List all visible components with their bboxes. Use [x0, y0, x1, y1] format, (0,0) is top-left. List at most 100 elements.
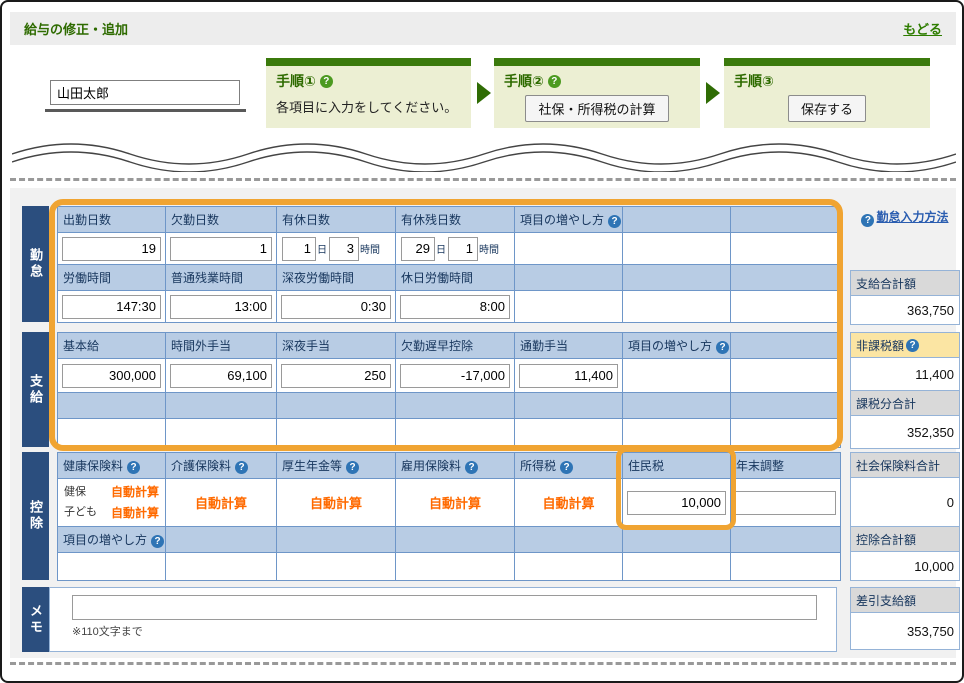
- empty-header-cell: [277, 527, 396, 553]
- empty-cell: [731, 419, 841, 448]
- back-link[interactable]: もどる: [903, 19, 942, 38]
- paid-leave-remaining-hours-input[interactable]: [448, 237, 478, 261]
- step1-title-row: 手順① ?: [276, 71, 461, 91]
- help-icon[interactable]: ?: [716, 341, 729, 354]
- column-header-year-end-adjustment: 年末調整: [731, 453, 841, 479]
- save-button[interactable]: 保存する: [788, 95, 866, 122]
- nontaxable-box: 非課税額? 11,400 課税分合計 352,350: [850, 332, 960, 449]
- income-tax-cell: 自動計算: [515, 479, 623, 527]
- payment-total-box: 支給合計額 363,750: [850, 270, 960, 325]
- empty-cell: [515, 291, 623, 323]
- empty-header-cell: [277, 393, 396, 419]
- help-icon: ?: [861, 214, 874, 227]
- nontaxable-value: 11,400: [851, 358, 959, 390]
- paid-leave-cell: 日時間: [277, 233, 396, 265]
- empty-header-cell: [731, 207, 841, 233]
- step2-title-row: 手順② ?: [504, 71, 690, 91]
- work-days-input[interactable]: [62, 237, 161, 261]
- step-arrow-icon: [477, 82, 491, 104]
- help-icon[interactable]: ?: [548, 75, 561, 88]
- paid-leave-remaining-days-input[interactable]: [401, 237, 435, 261]
- step1-description: 各項目に入力をしてください。: [276, 97, 461, 116]
- holiday-hours-input[interactable]: [400, 295, 510, 319]
- empty-cell: [58, 419, 166, 448]
- empty-cell: [515, 553, 623, 581]
- social-insurance-total-value: 0: [851, 478, 959, 526]
- dashed-divider-bottom: [10, 662, 956, 665]
- auto-calc-value: 自動計算: [310, 496, 362, 511]
- net-payment-value: 353,750: [851, 613, 959, 649]
- overtime-hours-input[interactable]: [170, 295, 272, 319]
- column-header-income-tax: 所得税?: [515, 453, 623, 479]
- empty-cell: [515, 233, 623, 265]
- empty-header-cell: [515, 527, 623, 553]
- column-header-work-days: 出勤日数: [58, 207, 166, 233]
- memo-input[interactable]: [72, 595, 817, 620]
- year-end-adjustment-cell: [731, 479, 841, 527]
- child-sub-label: 子ども: [64, 503, 97, 522]
- empty-header-cell: [396, 393, 515, 419]
- help-icon[interactable]: ?: [906, 339, 919, 352]
- unit-hour-label: 時間: [479, 245, 499, 256]
- help-icon[interactable]: ?: [346, 461, 359, 474]
- column-header-care-insurance: 介護保険料?: [166, 453, 277, 479]
- column-header-overtime-pay: 時間外手当: [166, 333, 277, 359]
- resident-tax-input[interactable]: [627, 491, 726, 515]
- calc-insurance-tax-button[interactable]: 社保・所得税の計算: [525, 95, 668, 122]
- base-salary-cell: [58, 359, 166, 393]
- help-icon[interactable]: ?: [235, 461, 248, 474]
- memo-section-label: メモ: [22, 587, 49, 652]
- help-icon[interactable]: ?: [320, 75, 333, 88]
- deduction-table: 健康保険料? 介護保険料? 厚生年金等? 雇用保険料? 所得税? 住民税 年末調…: [57, 452, 841, 581]
- help-icon[interactable]: ?: [465, 461, 478, 474]
- help-icon[interactable]: ?: [560, 461, 573, 474]
- attendance-table: 出勤日数 欠勤日数 有休日数 有休残日数 項目の増やし方? 日時間 日時間 労働…: [57, 206, 841, 323]
- midnight-pay-input[interactable]: [281, 364, 391, 388]
- midnight-hours-input[interactable]: [281, 295, 391, 319]
- column-header-overtime-hours: 普通残業時間: [166, 265, 277, 291]
- health-sub-label: 健保: [64, 483, 86, 502]
- absence-days-input[interactable]: [170, 237, 272, 261]
- help-icon[interactable]: ?: [127, 461, 140, 474]
- work-hours-input[interactable]: [62, 295, 161, 319]
- column-header-add-item: 項目の増やし方?: [58, 527, 166, 553]
- column-header-commute-allowance: 通勤手当: [515, 333, 623, 359]
- social-insurance-total-label: 社会保険料合計: [851, 453, 959, 478]
- absence-deduction-input[interactable]: [400, 364, 510, 388]
- midnight-hours-cell: [277, 291, 396, 323]
- payment-total-label: 支給合計額: [851, 271, 959, 296]
- auto-calc-value: 自動計算: [542, 496, 594, 511]
- column-header-add-item: 項目の増やし方?: [515, 207, 623, 233]
- column-header-base-salary: 基本給: [58, 333, 166, 359]
- wavy-divider: [12, 136, 956, 172]
- overtime-pay-input[interactable]: [170, 364, 272, 388]
- empty-header-cell: [731, 527, 841, 553]
- empty-cell: [731, 359, 841, 393]
- midnight-pay-cell: [277, 359, 396, 393]
- help-icon[interactable]: ?: [151, 535, 164, 548]
- overtime-pay-cell: [166, 359, 277, 393]
- employee-name-input[interactable]: [50, 80, 240, 105]
- attendance-section-label: 勤怠: [22, 206, 49, 322]
- empty-cell: [623, 553, 731, 581]
- empty-cell: [515, 419, 623, 448]
- paid-leave-days-input[interactable]: [282, 237, 316, 261]
- help-icon[interactable]: ?: [608, 215, 621, 228]
- empty-header-cell: [623, 265, 731, 291]
- work-days-cell: [58, 233, 166, 265]
- empty-cell: [166, 553, 277, 581]
- paid-leave-hours-input[interactable]: [329, 237, 359, 261]
- attendance-input-help-link[interactable]: ?勤怠入力方法: [861, 210, 948, 224]
- commute-allowance-input[interactable]: [519, 364, 618, 388]
- net-payment-label: 差引支給額: [851, 588, 959, 613]
- base-salary-input[interactable]: [62, 364, 161, 388]
- year-end-adjustment-input[interactable]: [735, 491, 836, 515]
- column-header-absence-days: 欠勤日数: [166, 207, 277, 233]
- column-header-absence-deduction: 欠勤遅早控除: [396, 333, 515, 359]
- empty-cell: [623, 291, 731, 323]
- resident-tax-cell: [623, 479, 731, 527]
- empty-cell: [731, 233, 841, 265]
- column-header-add-item: 項目の増やし方?: [623, 333, 731, 359]
- column-header-employment-insurance: 雇用保険料?: [396, 453, 515, 479]
- net-payment-box: 差引支給額 353,750: [850, 587, 960, 650]
